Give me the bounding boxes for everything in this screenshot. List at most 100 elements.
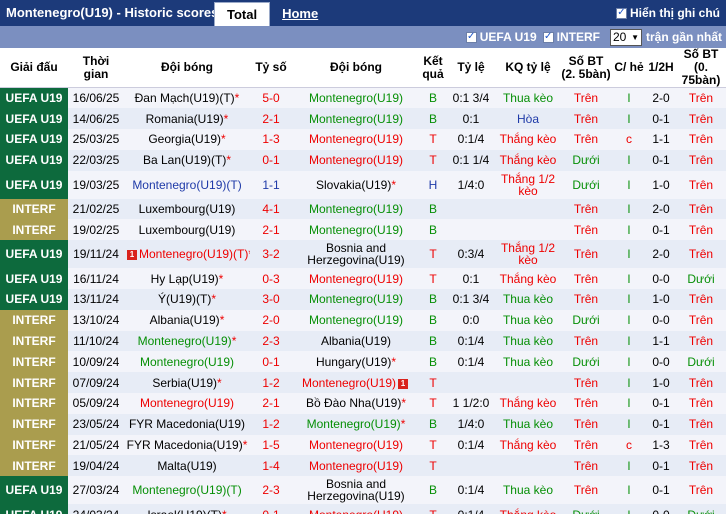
home-team[interactable]: Serbia(U19)* bbox=[124, 372, 250, 394]
table-row[interactable]: UEFA U19 19/03/25 Montenegro(U19)(T) 1-1 Slo… bbox=[0, 170, 726, 199]
away-team[interactable]: Montenegro(U19) bbox=[292, 87, 420, 109]
away-team[interactable]: Montenegro(U19) bbox=[292, 455, 420, 477]
table-row[interactable]: INTERF 07/09/24 Serbia(U19)* 1-2 Montenegro(… bbox=[0, 372, 726, 394]
table-row[interactable]: UEFA U19 13/11/24 Ý(U19)(T)* 3-0 Montenegro(… bbox=[0, 289, 726, 310]
match-count-select[interactable]: 20 ▼ bbox=[609, 28, 642, 46]
table-row[interactable]: INTERF 10/09/24 Montenegro(U19) 0-1 Hungary(… bbox=[0, 351, 726, 373]
away-team[interactable]: Hungary(U19)* bbox=[292, 351, 420, 373]
table-row[interactable]: INTERF 05/09/24 Montenegro(U19) 2-1 Bồ Đào N… bbox=[0, 393, 726, 414]
league-badge[interactable]: UEFA U19 bbox=[0, 240, 68, 269]
match-score[interactable]: 0-3 bbox=[250, 268, 292, 290]
match-score[interactable]: 0-1 bbox=[250, 149, 292, 171]
home-team[interactable]: Romania(U19)* bbox=[124, 108, 250, 130]
league-badge[interactable]: UEFA U19 bbox=[0, 108, 68, 130]
away-team[interactable]: Montenegro(U19) bbox=[292, 309, 420, 331]
home-team[interactable]: Luxembourg(U19) bbox=[124, 198, 250, 220]
league-badge[interactable]: UEFA U19 bbox=[0, 476, 68, 505]
league-badge[interactable]: INTERF bbox=[0, 309, 68, 331]
home-team[interactable]: Đan Mạch(U19)(T)* bbox=[124, 87, 250, 109]
home-team[interactable]: Georgia(U19)* bbox=[124, 129, 250, 150]
home-team[interactable]: 1Montenegro(U19)(T)* bbox=[124, 240, 250, 269]
league-badge[interactable]: INTERF bbox=[0, 393, 68, 414]
away-team[interactable]: Montenegro(U19)* bbox=[292, 413, 420, 435]
match-score[interactable]: 4-1 bbox=[250, 198, 292, 220]
league-badge[interactable]: INTERF bbox=[0, 455, 68, 477]
match-score[interactable]: 2-1 bbox=[250, 108, 292, 130]
league-badge[interactable]: INTERF bbox=[0, 434, 68, 456]
table-row[interactable]: INTERF 11/10/24 Montenegro(U19)* 2-3 Albania… bbox=[0, 330, 726, 352]
match-score[interactable]: 2-1 bbox=[250, 219, 292, 241]
away-team[interactable]: Albania(U19) bbox=[292, 330, 420, 352]
league-badge[interactable]: UEFA U19 bbox=[0, 170, 68, 199]
match-score[interactable]: 1-1 bbox=[250, 170, 292, 199]
home-team[interactable]: Israel(U19)(T)* bbox=[124, 504, 250, 514]
away-team[interactable]: Bosnia and Herzegovina(U19) bbox=[292, 240, 420, 269]
table-row[interactable]: INTERF 21/05/24 FYR Macedonia(U19)* 1-5 Mont… bbox=[0, 434, 726, 456]
away-team[interactable]: Montenegro(U19) 1 bbox=[292, 372, 420, 394]
table-row[interactable]: UEFA U19 16/11/24 Hy Lạp(U19)* 0-3 Montenegr… bbox=[0, 268, 726, 290]
home-team[interactable]: Malta(U19) bbox=[124, 455, 250, 477]
home-team[interactable]: Luxembourg(U19) bbox=[124, 219, 250, 241]
table-row[interactable]: INTERF 19/04/24 Malta(U19) 1-4 Montenegro(U1… bbox=[0, 455, 726, 477]
match-score[interactable]: 2-3 bbox=[250, 476, 292, 505]
filter-league2-checkbox[interactable] bbox=[542, 31, 554, 43]
away-team[interactable]: Montenegro(U19) bbox=[292, 108, 420, 130]
league-badge[interactable]: UEFA U19 bbox=[0, 87, 68, 109]
table-row[interactable]: UEFA U19 14/06/25 Romania(U19)* 2-1 Monteneg… bbox=[0, 108, 726, 130]
home-team[interactable]: Montenegro(U19) bbox=[124, 351, 250, 373]
table-row[interactable]: UEFA U19 19/11/24 1Montenegro(U19)(T)* 3-2 B… bbox=[0, 240, 726, 269]
match-score[interactable]: 2-1 bbox=[250, 393, 292, 414]
filter-league2[interactable]: INTERF bbox=[542, 30, 600, 44]
table-row[interactable]: INTERF 21/02/25 Luxembourg(U19) 4-1 Monteneg… bbox=[0, 198, 726, 220]
away-team[interactable]: Montenegro(U19) bbox=[292, 129, 420, 150]
tab-total[interactable]: Total bbox=[214, 2, 271, 26]
away-team[interactable]: Montenegro(U19) bbox=[292, 219, 420, 241]
league-badge[interactable]: INTERF bbox=[0, 198, 68, 220]
match-score[interactable]: 3-0 bbox=[250, 289, 292, 310]
away-team[interactable]: Slovakia(U19)* bbox=[292, 170, 420, 199]
filter-league1-checkbox[interactable] bbox=[465, 31, 477, 43]
match-score[interactable]: 0-1 bbox=[250, 351, 292, 373]
league-badge[interactable]: UEFA U19 bbox=[0, 268, 68, 290]
away-team[interactable]: Montenegro(U19) bbox=[292, 504, 420, 514]
table-row[interactable]: UEFA U19 25/03/25 Georgia(U19)* 1-3 Monteneg… bbox=[0, 129, 726, 150]
match-score[interactable]: 5-0 bbox=[250, 87, 292, 109]
filter-league1[interactable]: UEFA U19 bbox=[465, 30, 537, 44]
away-team[interactable]: Montenegro(U19) bbox=[292, 434, 420, 456]
table-row[interactable]: UEFA U19 24/03/24 Israel(U19)(T)* 0-1 Monten… bbox=[0, 504, 726, 514]
away-team[interactable]: Montenegro(U19) bbox=[292, 149, 420, 171]
show-notes-toggle[interactable]: Hiển thị ghi chú bbox=[616, 0, 726, 26]
tab-home[interactable]: Home bbox=[270, 2, 330, 26]
match-score[interactable]: 3-2 bbox=[250, 240, 292, 269]
away-team[interactable]: Bồ Đào Nha(U19)* bbox=[292, 393, 420, 414]
match-score[interactable]: 1-4 bbox=[250, 455, 292, 477]
match-score[interactable]: 1-5 bbox=[250, 434, 292, 456]
match-score[interactable]: 1-2 bbox=[250, 413, 292, 435]
home-team[interactable]: Montenegro(U19)(T) bbox=[124, 476, 250, 505]
league-badge[interactable]: INTERF bbox=[0, 413, 68, 435]
match-score[interactable]: 0-1 bbox=[250, 504, 292, 514]
home-team[interactable]: FYR Macedonia(U19)* bbox=[124, 434, 250, 456]
league-badge[interactable]: INTERF bbox=[0, 372, 68, 394]
league-badge[interactable]: UEFA U19 bbox=[0, 149, 68, 171]
table-row[interactable]: UEFA U19 27/03/24 Montenegro(U19)(T) 2-3 Bos… bbox=[0, 476, 726, 505]
away-team[interactable]: Bosnia and Herzegovina(U19) bbox=[292, 476, 420, 505]
home-team[interactable]: Montenegro(U19)(T) bbox=[124, 170, 250, 199]
league-badge[interactable]: INTERF bbox=[0, 330, 68, 352]
match-score[interactable]: 1-3 bbox=[250, 129, 292, 150]
show-notes-checkbox[interactable] bbox=[616, 7, 627, 19]
table-row[interactable]: UEFA U19 16/06/25 Đan Mạch(U19)(T)* 5-0 Mont… bbox=[0, 87, 726, 109]
away-team[interactable]: Montenegro(U19) bbox=[292, 268, 420, 290]
home-team[interactable]: Ba Lan(U19)(T)* bbox=[124, 149, 250, 171]
away-team[interactable]: Montenegro(U19) bbox=[292, 198, 420, 220]
home-team[interactable]: Montenegro(U19) bbox=[124, 393, 250, 414]
league-badge[interactable]: INTERF bbox=[0, 219, 68, 241]
table-row[interactable]: UEFA U19 22/03/25 Ba Lan(U19)(T)* 0-1 Monten… bbox=[0, 149, 726, 171]
home-team[interactable]: Hy Lạp(U19)* bbox=[124, 268, 250, 290]
home-team[interactable]: FYR Macedonia(U19) bbox=[124, 413, 250, 435]
table-row[interactable]: INTERF 23/05/24 FYR Macedonia(U19) 1-2 Monte… bbox=[0, 413, 726, 435]
league-badge[interactable]: UEFA U19 bbox=[0, 504, 68, 514]
match-score[interactable]: 2-0 bbox=[250, 309, 292, 331]
home-team[interactable]: Albania(U19)* bbox=[124, 309, 250, 331]
home-team[interactable]: Ý(U19)(T)* bbox=[124, 289, 250, 310]
